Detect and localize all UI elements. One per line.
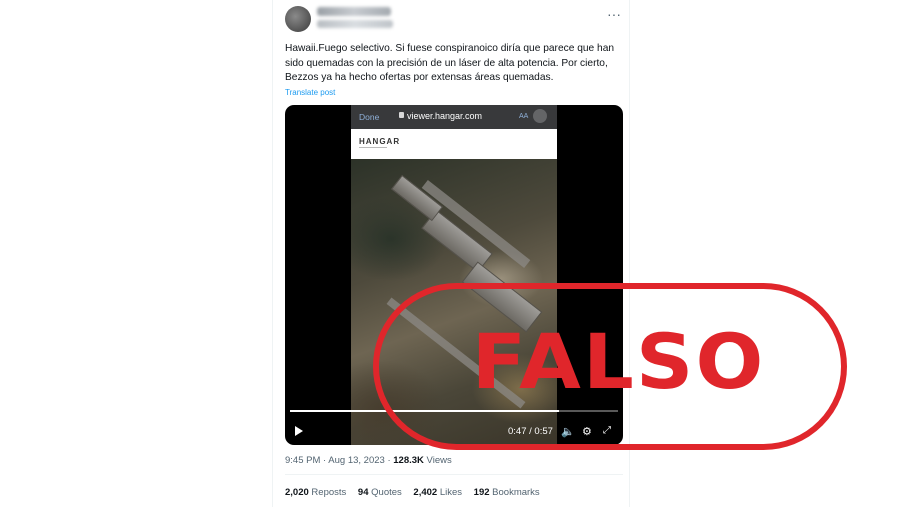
blurred-handle[interactable] <box>317 20 393 28</box>
tweet-meta: 9:45 PM · Aug 13, 2023 · 128.3K Views <box>285 455 452 466</box>
bookmarks-stat[interactable]: 192 Bookmarks <box>474 487 540 498</box>
gear-icon[interactable]: ⚙ <box>582 425 592 438</box>
browser-aa-label: AA <box>519 113 529 120</box>
video-time: 0:47 / 0:57 <box>508 426 553 437</box>
site-header: HANGAR <box>351 129 557 159</box>
views-count: 128.3K <box>393 455 424 466</box>
browser-done-label: Done <box>359 112 380 122</box>
reposts-stat[interactable]: 2,020 Reposts <box>285 487 346 498</box>
likes-count: 2,402 <box>413 487 438 498</box>
fullscreen-icon[interactable]: ⤢ <box>603 425 611 436</box>
more-dots-icon[interactable]: ··· <box>607 6 621 22</box>
browser-url: viewer.hangar.com <box>407 111 483 121</box>
reposts-label: Reposts <box>311 487 347 498</box>
bookmarks-count: 192 <box>473 487 490 498</box>
divider <box>285 474 623 475</box>
lock-icon <box>399 112 404 118</box>
quotes-label: Quotes <box>371 487 402 498</box>
tweet-card: ··· Hawaii.Fuego selectivo. Si fuese con… <box>272 0 630 507</box>
likes-stat[interactable]: 2,402 Likes <box>413 487 462 498</box>
falso-stamp-text: FALSO <box>471 317 766 406</box>
likes-label: Likes <box>439 487 463 498</box>
site-logo-underline <box>359 147 387 148</box>
browser-bar: Done viewer.hangar.com AA <box>351 105 557 129</box>
translate-post-link[interactable]: Translate post <box>285 88 335 97</box>
views-label: Views <box>426 455 452 466</box>
avatar[interactable] <box>285 6 311 32</box>
video-progress-fill <box>290 410 559 412</box>
quotes-count: 94 <box>357 487 369 498</box>
play-icon[interactable] <box>295 426 303 436</box>
tweet-text: Hawaii.Fuego selectivo. Si fuese conspir… <box>285 43 615 83</box>
post-timestamp[interactable]: 9:45 PM · Aug 13, 2023 · <box>285 455 391 466</box>
video-progress-bar[interactable] <box>290 410 618 412</box>
volume-icon[interactable]: 🔈 <box>561 425 575 438</box>
site-logo: HANGAR <box>359 137 401 146</box>
quotes-stat[interactable]: 94 Quotes <box>358 487 402 498</box>
engagement-stats: 2,020 Reposts 94 Quotes 2,402 Likes 192 … <box>285 487 549 498</box>
bookmarks-label: Bookmarks <box>492 487 540 498</box>
reload-icon <box>533 109 547 123</box>
reposts-count: 2,020 <box>285 487 309 498</box>
blurred-display-name[interactable] <box>317 7 391 16</box>
